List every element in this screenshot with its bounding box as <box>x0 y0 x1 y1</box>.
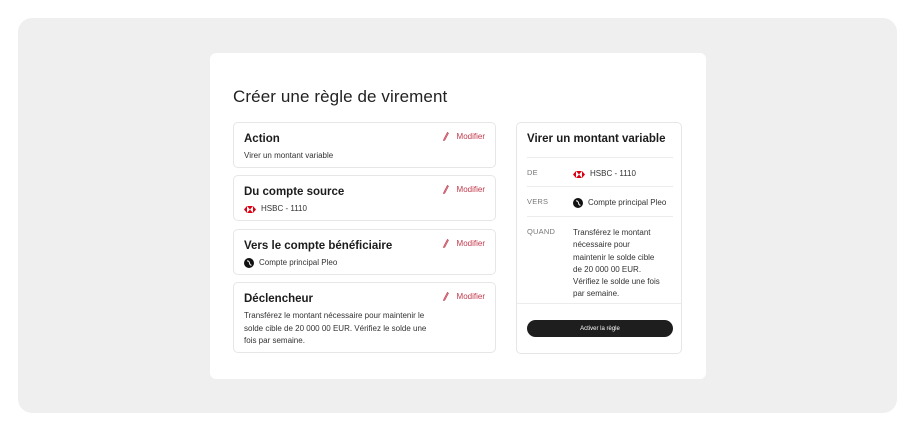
divider <box>517 303 681 304</box>
summary-row-to: VERS Compte principal Pleo <box>527 197 673 209</box>
modify-label: Modifier <box>456 185 485 194</box>
summary-card: Virer un montant variable DE HSBC - 1110… <box>516 122 682 354</box>
divider <box>527 216 673 217</box>
modify-label: Modifier <box>456 239 485 248</box>
from-value: HSBC - 1110 <box>590 169 636 178</box>
to-label: VERS <box>527 197 549 206</box>
hsbc-icon <box>573 170 585 178</box>
activate-rule-button[interactable]: Activer la règle <box>527 320 673 337</box>
beneficiary-account: Compte principal Pleo <box>259 258 338 267</box>
modify-label: Modifier <box>456 132 485 141</box>
card-body: Compte principal Pleo <box>244 257 337 270</box>
pleo-icon <box>573 198 583 209</box>
modify-trigger-button[interactable]: Modifier <box>442 292 485 301</box>
hsbc-icon <box>244 205 256 213</box>
divider <box>527 157 673 158</box>
summary-row-from: DE HSBC - 1110 <box>527 168 673 180</box>
to-value-wrap: Compte principal Pleo <box>573 197 666 209</box>
summary-title: Virer un montant variable <box>527 133 666 145</box>
card-title: Action <box>244 133 280 145</box>
pencil-icon <box>442 185 449 194</box>
card-title: Vers le compte bénéficiaire <box>244 240 393 252</box>
modify-beneficiary-button[interactable]: Modifier <box>442 239 485 248</box>
page-title: Créer une règle de virement <box>233 87 448 106</box>
card-title: Déclencheur <box>244 293 314 305</box>
to-value: Compte principal Pleo <box>588 198 667 207</box>
when-value: Transférez le montant nécessaire pour ma… <box>573 228 660 299</box>
pencil-icon <box>442 292 449 301</box>
pleo-icon <box>244 258 254 269</box>
action-card: Action Modifier Virer un montant variabl… <box>233 122 496 168</box>
when-label: QUAND <box>527 227 556 236</box>
trigger-card: Déclencheur Modifier Transférez le monta… <box>233 282 496 353</box>
beneficiary-card: Vers le compte bénéficiaire Modifier Com… <box>233 229 496 275</box>
pencil-icon <box>442 132 449 141</box>
trigger-description: Transférez le montant nécessaire pour ma… <box>244 311 427 345</box>
from-label: DE <box>527 168 538 177</box>
from-value-wrap: HSBC - 1110 <box>573 168 636 180</box>
summary-row-when: QUAND Transférez le montant nécessaire p… <box>527 227 673 299</box>
modify-label: Modifier <box>456 292 485 301</box>
modify-source-button[interactable]: Modifier <box>442 185 485 194</box>
pencil-icon <box>442 239 449 248</box>
action-value: Virer un montant variable <box>244 151 334 160</box>
modify-action-button[interactable]: Modifier <box>442 132 485 141</box>
card-body: HSBC - 1110 <box>244 203 307 216</box>
source-card: Du compte source Modifier HSBC - 1110 <box>233 175 496 221</box>
divider <box>527 186 673 187</box>
source-account: HSBC - 1110 <box>261 204 307 213</box>
card-body: Virer un montant variable <box>244 150 333 163</box>
card-title: Du compte source <box>244 186 345 198</box>
